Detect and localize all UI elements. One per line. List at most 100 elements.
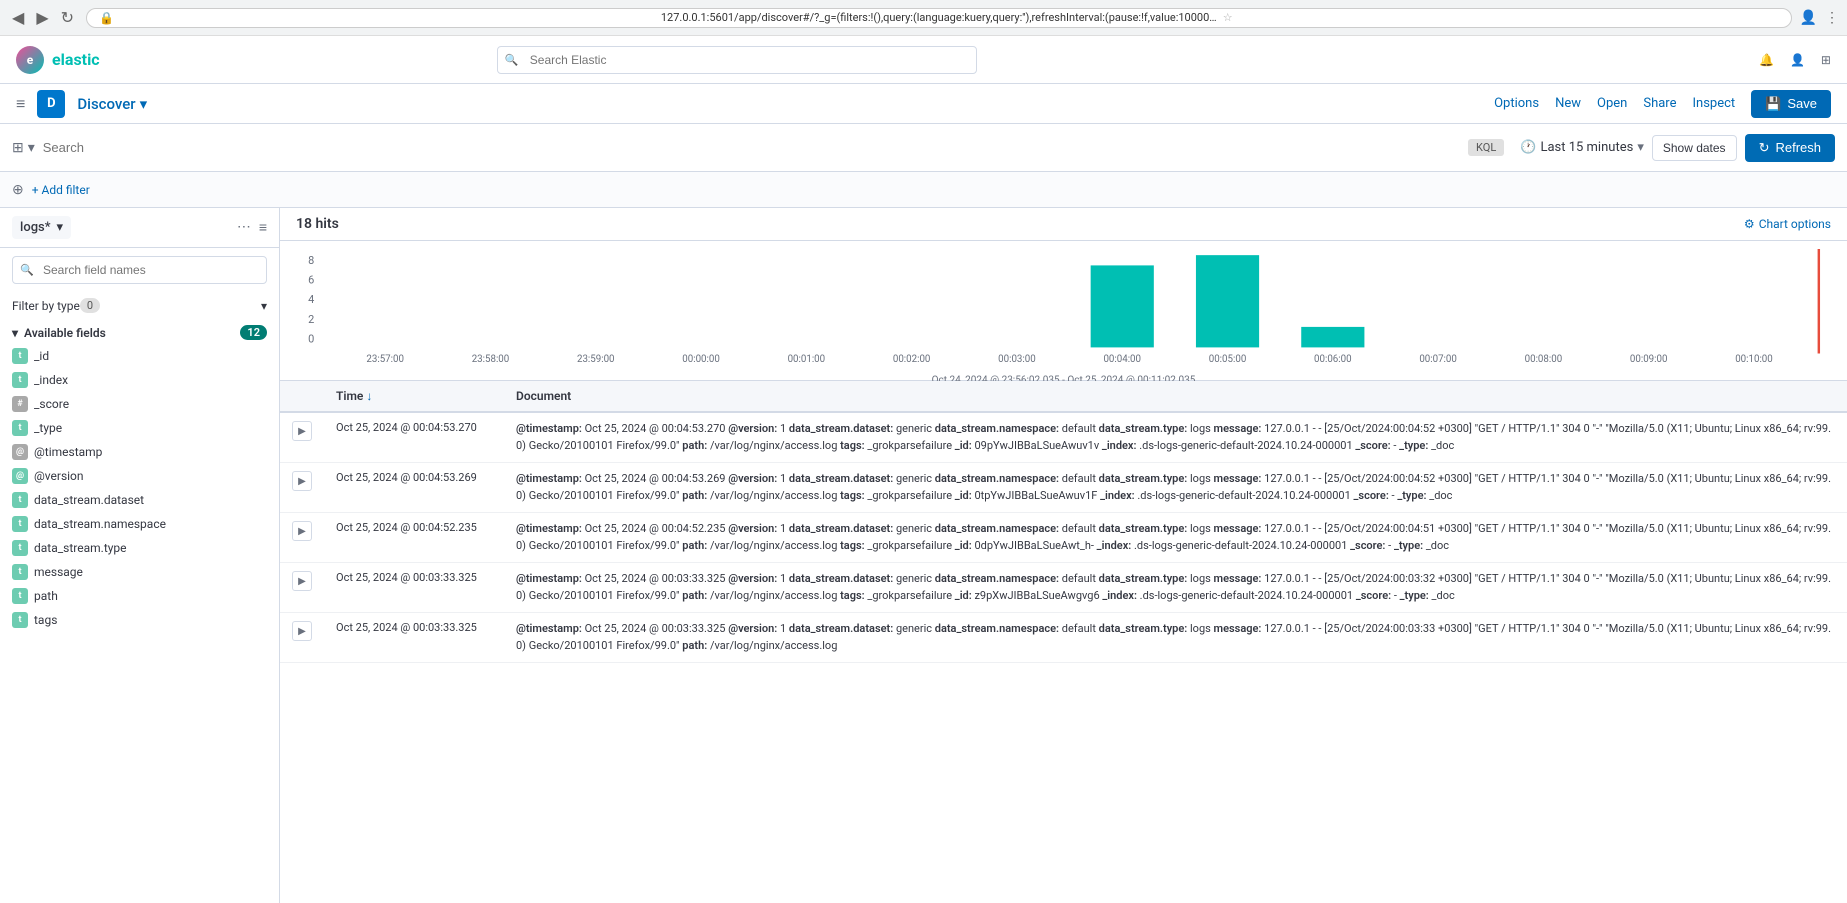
index-selector[interactable]: logs* ▾: [12, 216, 71, 239]
elastic-header: e elastic 🔔 👤 ⊞: [0, 36, 1847, 84]
field-item[interactable]: tpath: [12, 584, 267, 608]
chart-options-button[interactable]: ⚙ Chart options: [1744, 217, 1831, 231]
field-name-label: tags: [34, 613, 57, 627]
content-area: 18 hits ⚙ Chart options 8 6 4 2 0 23:57:…: [280, 208, 1847, 903]
notifications-icon[interactable]: 🔔: [1759, 53, 1774, 67]
filter-type-dropdown: ▾: [261, 299, 267, 313]
field-type-icon: t: [12, 348, 28, 364]
row-time-cell: Oct 25, 2024 @ 00:03:33.325: [324, 613, 504, 663]
search-mode-icon[interactable]: ⊞: [12, 140, 24, 156]
field-name-label: data_stream.namespace: [34, 517, 166, 531]
save-button[interactable]: 💾 Save: [1751, 90, 1831, 118]
available-fields-label: Available fields: [24, 326, 106, 340]
field-type-icon: t: [12, 564, 28, 580]
field-name-label: _id: [34, 349, 49, 363]
url-text: 127.0.0.1:5601/app/discover#/?_g=(filter…: [661, 11, 1217, 24]
elastic-logo[interactable]: e elastic: [16, 46, 100, 74]
time-range-text: Last 15 minutes: [1540, 140, 1633, 155]
time-axis-label: 00:06:00: [1314, 354, 1352, 365]
search-bar: ⊞ ▾ KQL 🕐 Last 15 minutes ▾ Show dates ↻…: [0, 124, 1847, 172]
add-filter-button[interactable]: + Add filter: [32, 183, 90, 197]
menu-icon[interactable]: ⋮: [1825, 10, 1839, 26]
field-item[interactable]: tdata_stream.dataset: [12, 488, 267, 512]
field-item[interactable]: t _id: [12, 344, 267, 368]
time-axis-label: 00:04:00: [1103, 354, 1141, 365]
filter-icon[interactable]: ⊕: [12, 182, 24, 198]
forward-button[interactable]: ▶: [32, 6, 52, 30]
histogram-chart: 8 6 4 2 0 23:57:0023:58:0023:59:0000:00:…: [296, 249, 1831, 372]
refresh-browser-button[interactable]: ↻: [57, 6, 78, 30]
save-icon: 💾: [1765, 96, 1781, 112]
field-item[interactable]: @@version: [12, 464, 267, 488]
options-button[interactable]: Options: [1494, 96, 1539, 111]
field-item[interactable]: tdata_stream.namespace: [12, 512, 267, 536]
user-icon[interactable]: 👤: [1790, 53, 1805, 67]
app-nav: ≡ D Discover ▾ Options New Open Share In…: [0, 84, 1847, 124]
time-axis-label: 00:07:00: [1419, 354, 1457, 365]
kql-badge[interactable]: KQL: [1468, 139, 1504, 156]
row-expand-button[interactable]: ▶: [292, 471, 312, 491]
row-expand-cell: ▶: [280, 412, 324, 463]
field-name-label: path: [34, 589, 58, 603]
hamburger-menu[interactable]: ≡: [16, 94, 25, 114]
histogram-bar: [1091, 265, 1154, 347]
profile-icon[interactable]: 👤: [1800, 10, 1817, 26]
field-item[interactable]: tmessage: [12, 560, 267, 584]
search-chevron-icon[interactable]: ▾: [28, 140, 35, 156]
apps-icon[interactable]: ⊞: [1821, 53, 1831, 67]
table-row: ▶Oct 25, 2024 @ 00:03:33.325@timestamp: …: [280, 613, 1847, 663]
elastic-logo-icon: e: [16, 46, 44, 74]
share-button[interactable]: Share: [1643, 96, 1676, 111]
row-time-cell: Oct 25, 2024 @ 00:03:33.325: [324, 563, 504, 613]
field-item[interactable]: t_index: [12, 368, 267, 392]
row-expand-button[interactable]: ▶: [292, 521, 312, 541]
sidebar-dots-icon[interactable]: ⋯: [237, 219, 251, 236]
time-picker-icon[interactable]: 🕐 Last 15 minutes ▾: [1520, 140, 1644, 155]
new-button[interactable]: New: [1555, 96, 1581, 111]
time-axis-label: 00:10:00: [1735, 354, 1773, 365]
header-search[interactable]: [497, 46, 977, 74]
field-type-icon: @: [12, 468, 28, 484]
row-doc-cell: @timestamp: Oct 25, 2024 @ 00:04:53.269 …: [504, 463, 1847, 513]
field-search-input[interactable]: [12, 256, 267, 284]
main-layout: logs* ▾ ⋯ ≡ Filter by type 0 ▾ ▾ Availab…: [0, 208, 1847, 903]
field-item[interactable]: @@timestamp: [12, 440, 267, 464]
browser-icons: 👤 ⋮: [1800, 10, 1839, 26]
svg-text:2: 2: [308, 313, 314, 326]
sidebar-list-icon[interactable]: ≡: [259, 219, 267, 236]
kql-search-input[interactable]: [43, 140, 1460, 155]
discover-app-name[interactable]: Discover ▾: [77, 95, 147, 113]
show-dates-button[interactable]: Show dates: [1652, 135, 1737, 161]
row-expand-button[interactable]: ▶: [292, 571, 312, 591]
field-name-label: _index: [34, 373, 68, 387]
bookmark-icon[interactable]: ☆: [1223, 11, 1779, 24]
field-item[interactable]: tdata_stream.type: [12, 536, 267, 560]
global-search-input[interactable]: [497, 46, 977, 74]
row-expand-button[interactable]: ▶: [292, 621, 312, 641]
row-doc-cell: @timestamp: Oct 25, 2024 @ 00:04:53.270 …: [504, 412, 1847, 463]
row-doc-cell: @timestamp: Oct 25, 2024 @ 00:04:52.235 …: [504, 513, 1847, 563]
refresh-button[interactable]: ↻ Refresh: [1745, 134, 1835, 162]
field-search-area: [0, 248, 279, 292]
available-fields-header[interactable]: ▾ Available fields 12: [12, 325, 267, 340]
available-collapse-icon: ▾: [12, 326, 18, 340]
address-bar[interactable]: 🔒 127.0.0.1:5601/app/discover#/?_g=(filt…: [86, 8, 1792, 28]
field-item[interactable]: ttags: [12, 608, 267, 632]
time-axis-label: 00:03:00: [998, 354, 1036, 365]
results-table-area[interactable]: Time ↓ Document ▶Oct 25, 2024 @ 00:04:53…: [280, 381, 1847, 903]
app-badge[interactable]: D: [37, 90, 65, 118]
sidebar: logs* ▾ ⋯ ≡ Filter by type 0 ▾ ▾ Availab…: [0, 208, 280, 903]
open-button[interactable]: Open: [1597, 96, 1627, 111]
svg-text:6: 6: [308, 273, 314, 286]
inspect-button[interactable]: Inspect: [1692, 96, 1735, 111]
filter-type-row[interactable]: Filter by type 0 ▾: [0, 292, 279, 319]
field-item[interactable]: t_type: [12, 416, 267, 440]
row-expand-cell: ▶: [280, 513, 324, 563]
field-type-icon: t: [12, 492, 28, 508]
field-name-label: _type: [34, 421, 62, 435]
table-row: ▶Oct 25, 2024 @ 00:04:52.235@timestamp: …: [280, 513, 1847, 563]
index-dropdown-icon: ▾: [57, 220, 64, 235]
row-expand-button[interactable]: ▶: [292, 421, 312, 441]
field-item[interactable]: #_score: [12, 392, 267, 416]
back-button[interactable]: ◀: [8, 6, 28, 30]
